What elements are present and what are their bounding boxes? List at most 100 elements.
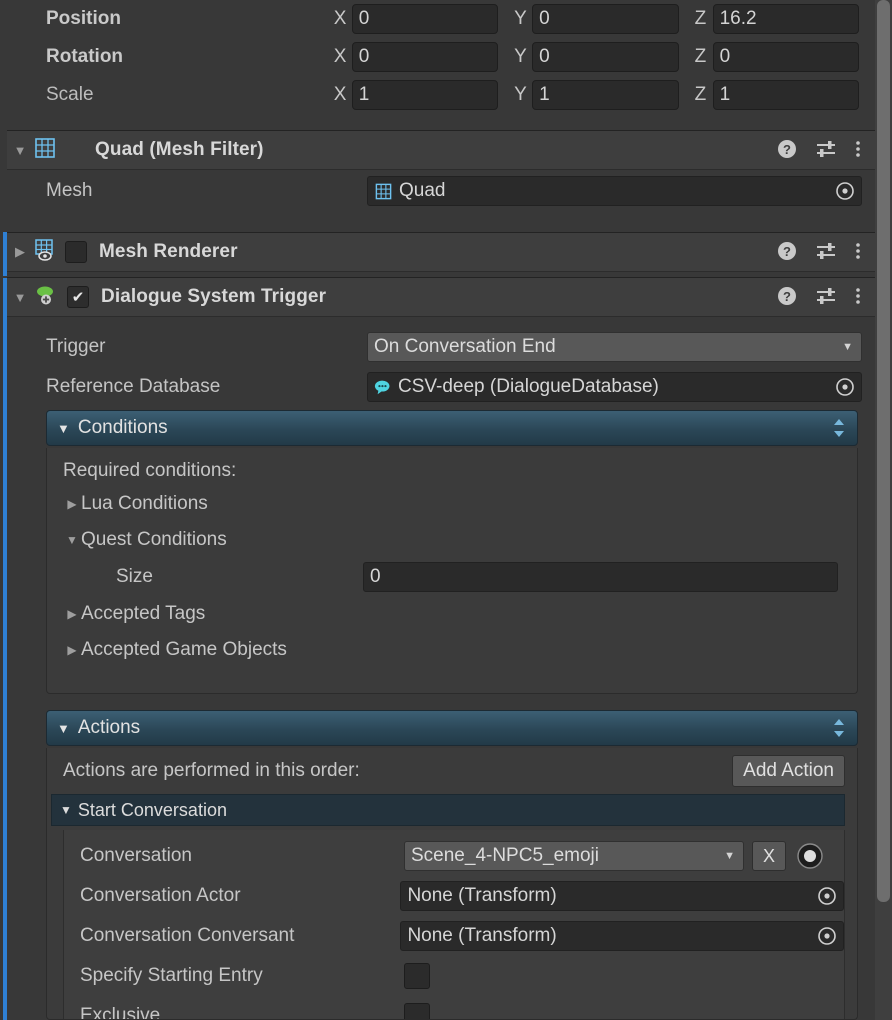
reference-database-label: Reference Database xyxy=(46,376,221,397)
actions-order-row: Actions are performed in this order: Add… xyxy=(47,748,857,794)
help-icon[interactable]: ? xyxy=(777,139,797,164)
scale-x-input[interactable]: 1 xyxy=(351,80,499,110)
conversation-record-icon[interactable] xyxy=(796,842,824,870)
actions-section-header[interactable]: ▼ Actions xyxy=(46,710,858,746)
preset-settings-icon[interactable] xyxy=(815,241,837,266)
exclusive-checkbox[interactable] xyxy=(404,1003,430,1019)
mesh-filter-foldout-icon[interactable]: ▼ xyxy=(7,143,33,158)
conversation-actor-row: Conversation Actor None (Transform) xyxy=(64,876,844,916)
chevron-down-icon: ▼ xyxy=(724,850,735,862)
conversation-dropdown[interactable]: Scene_4-NPC5_emoji ▼ xyxy=(404,841,744,871)
chevron-right-icon[interactable]: ▶ xyxy=(63,643,81,657)
conversation-actor-label: Conversation Actor xyxy=(80,885,241,906)
reference-database-value: CSV-deep (DialogueDatabase) xyxy=(398,376,659,397)
position-z-input[interactable]: 16.2 xyxy=(712,4,859,34)
more-options-icon[interactable] xyxy=(855,139,861,164)
inspector-content: Position X 0 Y 0 Z 16.2 Rotation X 0 Y 0… xyxy=(0,0,875,1020)
clear-conversation-button[interactable]: X xyxy=(752,841,786,871)
conditions-section-header[interactable]: ▼ Conditions xyxy=(46,410,858,446)
dialogue-trigger-enabled-checkbox[interactable] xyxy=(67,286,89,308)
dialogue-database-icon xyxy=(374,378,394,396)
more-options-icon[interactable] xyxy=(855,241,861,266)
chevron-right-icon[interactable]: ▶ xyxy=(63,607,81,621)
conversation-conversant-label: Conversation Conversant xyxy=(80,925,295,946)
transform-rotation-row: Rotation X 0 Y 0 Z 0 xyxy=(7,38,875,76)
chevron-right-icon[interactable]: ▶ xyxy=(63,497,81,511)
mesh-renderer-header[interactable]: ▶ Mesh Renderer ? xyxy=(7,232,875,272)
reference-database-object-picker-icon[interactable] xyxy=(831,373,859,401)
size-input[interactable]: 0 xyxy=(363,562,838,592)
start-conversation-label: Start Conversation xyxy=(77,799,227,820)
svg-text:?: ? xyxy=(783,142,791,157)
specify-starting-entry-checkbox[interactable] xyxy=(404,963,430,989)
position-x-input[interactable]: 0 xyxy=(351,4,499,34)
inspector-vertical-scrollbar[interactable] xyxy=(875,0,892,1020)
accepted-game-objects-foldout[interactable]: ▶ Accepted Game Objects xyxy=(47,632,857,668)
dialogue-trigger-foldout-icon[interactable]: ▼ xyxy=(7,290,33,305)
chevron-down-icon[interactable]: ▼ xyxy=(63,533,81,547)
unity-inspector-window: Position X 0 Y 0 Z 16.2 Rotation X 0 Y 0… xyxy=(0,0,892,1020)
rotation-z-input[interactable]: 0 xyxy=(712,42,859,72)
actions-expand-collapse-icon[interactable] xyxy=(831,717,847,739)
more-options-icon[interactable] xyxy=(855,286,861,311)
scale-y-input[interactable]: 1 xyxy=(532,80,679,110)
conversation-conversant-row: Conversation Conversant None (Transform) xyxy=(64,916,844,956)
transform-scale-row: Scale X 1 Y 1 Z 1 xyxy=(7,76,875,114)
chevron-down-icon[interactable]: ▼ xyxy=(60,803,72,817)
conversation-label: Conversation xyxy=(80,845,192,866)
mesh-filter-header[interactable]: ▼ Quad (Mesh Filter) ? xyxy=(7,130,875,170)
conversation-actor-object-picker-icon[interactable] xyxy=(813,882,841,910)
scrollbar-thumb[interactable] xyxy=(877,0,890,902)
mesh-object-picker-icon[interactable] xyxy=(831,177,859,205)
script-capsule-icon xyxy=(33,282,59,313)
rotation-z-axis-label: Z xyxy=(694,46,707,67)
mesh-object-field[interactable]: Quad xyxy=(367,176,862,206)
reference-database-object-field[interactable]: CSV-deep (DialogueDatabase) xyxy=(367,372,862,402)
lua-conditions-foldout[interactable]: ▶ Lua Conditions xyxy=(47,486,857,522)
conditions-foldout-icon[interactable]: ▼ xyxy=(57,421,70,436)
scale-x-axis-label: X xyxy=(333,84,347,105)
scale-z-axis-label: Z xyxy=(694,84,707,105)
required-conditions-label: Required conditions: xyxy=(63,460,237,481)
rotation-x-input[interactable]: 0 xyxy=(351,42,499,72)
scale-y-axis-label: Y xyxy=(514,84,527,105)
actions-foldout-icon[interactable]: ▼ xyxy=(57,721,70,736)
position-label: Position xyxy=(46,8,121,29)
dialogue-system-trigger-header[interactable]: ▼ Dialogue System Trigger ? xyxy=(7,277,875,317)
mesh-value: Quad xyxy=(399,180,446,201)
conditions-title: Conditions xyxy=(77,417,168,438)
size-label: Size xyxy=(116,566,153,587)
scale-z-input[interactable]: 1 xyxy=(712,80,859,110)
reference-database-row: Reference Database CSV-deep (DialogueDat… xyxy=(7,368,875,406)
rotation-y-input[interactable]: 0 xyxy=(532,42,679,72)
preset-settings-icon[interactable] xyxy=(815,139,837,164)
conversation-conversant-object-picker-icon[interactable] xyxy=(813,922,841,950)
conversation-actor-object-field[interactable]: None (Transform) xyxy=(400,881,844,911)
mesh-renderer-foldout-icon[interactable]: ▶ xyxy=(7,244,33,260)
svg-text:?: ? xyxy=(783,289,791,304)
rotation-label: Rotation xyxy=(46,46,124,67)
conversation-conversant-object-field[interactable]: None (Transform) xyxy=(400,921,844,951)
position-y-axis-label: Y xyxy=(514,8,527,29)
conditions-section-body: Required conditions: ▶ Lua Conditions ▼ … xyxy=(46,448,858,694)
transform-position-row: Position X 0 Y 0 Z 16.2 xyxy=(7,0,875,38)
quest-conditions-foldout[interactable]: ▼ Quest Conditions xyxy=(47,522,857,558)
rotation-y-axis-label: Y xyxy=(514,46,527,67)
mesh-renderer-enabled-checkbox[interactable] xyxy=(65,241,87,263)
add-action-button[interactable]: Add Action xyxy=(732,755,845,787)
quest-conditions-label: Quest Conditions xyxy=(81,529,227,550)
help-icon[interactable]: ? xyxy=(777,286,797,311)
trigger-dropdown[interactable]: On Conversation End ▼ xyxy=(367,332,862,362)
conversation-row: Conversation Scene_4-NPC5_emoji ▼ X xyxy=(64,836,844,876)
conditions-expand-collapse-icon[interactable] xyxy=(831,417,847,439)
help-icon[interactable]: ? xyxy=(777,241,797,266)
start-conversation-body: Conversation Scene_4-NPC5_emoji ▼ X Conv… xyxy=(63,830,845,1019)
accepted-tags-foldout[interactable]: ▶ Accepted Tags xyxy=(47,596,857,632)
preset-settings-icon[interactable] xyxy=(815,286,837,311)
actions-section-body: Actions are performed in this order: Add… xyxy=(46,748,858,1020)
position-y-input[interactable]: 0 xyxy=(532,4,679,34)
start-conversation-foldout[interactable]: ▼ Start Conversation xyxy=(51,794,845,826)
mesh-renderer-icon xyxy=(33,238,57,267)
specify-starting-entry-label: Specify Starting Entry xyxy=(80,965,263,986)
mesh-grid-icon xyxy=(33,136,57,165)
